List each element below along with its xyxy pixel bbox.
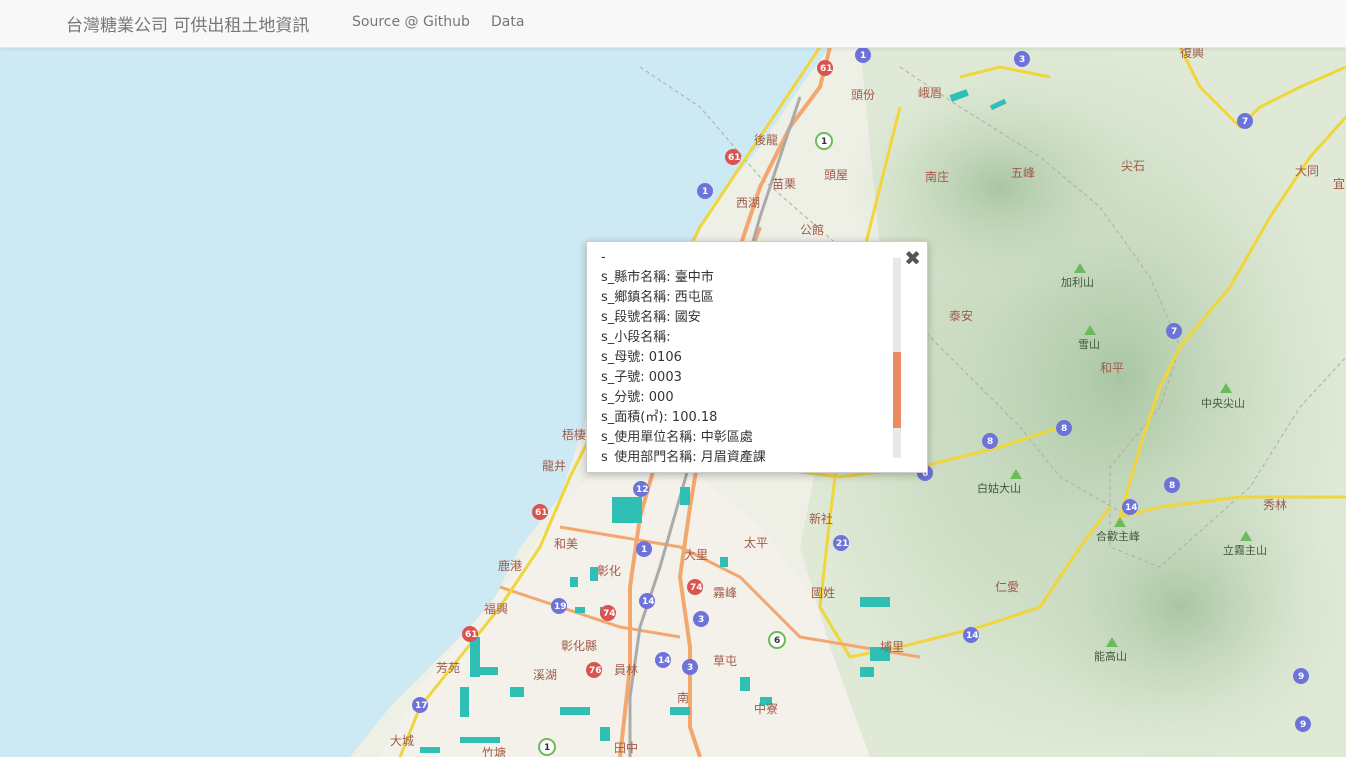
- place-label: 中寮: [754, 701, 778, 716]
- popup-line-section: s_段號名稱: 國安: [601, 310, 701, 325]
- close-icon[interactable]: ✖: [904, 248, 921, 268]
- peak-label: 立霧主山: [1223, 543, 1267, 557]
- peak-label: 雪山: [1078, 338, 1100, 351]
- popup-line-child-number: s_子號: 0003: [601, 370, 682, 385]
- place-label: 新社: [809, 511, 833, 526]
- shield-label: 14: [642, 597, 655, 607]
- shield-label: 1: [702, 187, 708, 197]
- place-label: 福興: [484, 601, 508, 616]
- shield-label: 8: [1061, 424, 1067, 434]
- popup-scrollbar[interactable]: [893, 258, 901, 458]
- place-label: 秀林: [1263, 498, 1287, 512]
- place-label: 員林: [614, 663, 638, 677]
- place-label: 埔里: [880, 640, 904, 654]
- popup-line-subsection: s_小段名稱:: [601, 330, 671, 345]
- peak-label: 白姑大山: [977, 481, 1021, 495]
- source-github-link[interactable]: Source @ Github: [352, 14, 470, 30]
- place-label: 田中: [614, 740, 638, 755]
- shield-label: 7: [1242, 117, 1248, 127]
- peak-label: 中央尖山: [1201, 397, 1245, 410]
- shield-label: 3: [1019, 55, 1025, 65]
- shield-label: 1: [860, 51, 866, 61]
- popup-line-parent-number: s_母號: 0106: [601, 350, 682, 365]
- shield-label: 6: [774, 636, 780, 646]
- place-label: 公館: [800, 222, 824, 237]
- popup-line-unit: s_使用單位名稱: 中彰區處: [601, 430, 753, 445]
- place-label: 尖石: [1121, 159, 1145, 173]
- shield-label: 61: [820, 64, 833, 74]
- shield-label: 8: [987, 437, 993, 447]
- shield-label: 19: [554, 602, 567, 612]
- peak-label: 加利山: [1061, 276, 1094, 289]
- place-label: 宜: [1333, 176, 1345, 191]
- place-label: 西湖: [736, 195, 760, 210]
- place-label: 彰化縣: [561, 638, 597, 653]
- place-label: 鹿港: [498, 558, 522, 573]
- popup-line-department: s_使用部門名稱: 月眉資產課: [601, 450, 766, 463]
- place-label: 和美: [554, 537, 578, 551]
- place-label: 芳苑: [436, 661, 460, 675]
- popup-line-area: s_面積(㎡): 100.18: [601, 410, 718, 425]
- shield-label: 1: [544, 743, 550, 753]
- place-label: 霧峰: [713, 586, 737, 600]
- place-label: 南: [677, 690, 689, 705]
- place-label: 太平: [744, 535, 768, 550]
- place-label: 南庄: [925, 169, 949, 184]
- popup-line-township: s_鄉鎮名稱: 西屯區: [601, 290, 714, 305]
- place-label: 後龍: [754, 132, 778, 147]
- popup-line-county: s_縣市名稱: 臺中市: [601, 270, 714, 285]
- place-label: 五峰: [1011, 166, 1035, 180]
- shield-label: 1: [821, 137, 827, 147]
- place-label: 梧棲: [562, 427, 586, 442]
- parcel-info-popup: ✖ - s_縣市名稱: 臺中市 s_鄉鎮名稱: 西屯區 s_段號名稱: 國安 s…: [586, 241, 928, 473]
- shield-label: 3: [698, 615, 704, 625]
- shield-label: 8: [1169, 481, 1175, 491]
- place-label: 大里: [684, 548, 708, 562]
- place-label: 頭屋: [824, 168, 848, 182]
- shield-label: 61: [728, 153, 741, 163]
- shield-label: 76: [589, 666, 602, 676]
- popup-content: - s_縣市名稱: 臺中市 s_鄉鎮名稱: 西屯區 s_段號名稱: 國安 s_小…: [601, 248, 891, 463]
- shield-label: 74: [690, 583, 703, 593]
- shield-label: 21: [836, 539, 849, 549]
- shield-label: 1: [641, 545, 647, 555]
- place-label: 溪湖: [533, 667, 557, 682]
- shield-label: 14: [658, 656, 671, 666]
- place-label: 大城: [390, 734, 414, 748]
- place-label: 和平: [1100, 361, 1124, 375]
- popup-line: -: [601, 250, 606, 265]
- data-link[interactable]: Data: [491, 14, 524, 30]
- navbar: 台灣糖業公司 可供出租土地資訊 Source @ Github Data: [0, 0, 1346, 48]
- shield-label: 61: [465, 630, 478, 640]
- shield-label: 61: [535, 508, 548, 518]
- shield-label: 14: [966, 631, 979, 641]
- place-label: 頭份: [851, 88, 875, 102]
- shield-label: 7: [1171, 327, 1177, 337]
- popup-line-sub-number: s_分號: 000: [601, 390, 674, 405]
- peak-label: 合歡主峰: [1096, 529, 1140, 543]
- place-label: 竹塘: [482, 745, 506, 757]
- place-label: 仁愛: [995, 580, 1019, 594]
- shield-label: 14: [1125, 503, 1138, 513]
- place-label: 彰化: [597, 563, 621, 578]
- shield-label: 9: [1300, 720, 1306, 730]
- shield-label: 12: [636, 485, 649, 495]
- place-label: 國姓: [811, 586, 835, 600]
- place-label: 泰安: [949, 308, 973, 323]
- place-label: 復興: [1180, 47, 1204, 60]
- shield-label: 74: [603, 609, 616, 619]
- peak-label: 能高山: [1094, 649, 1127, 663]
- shield-label: 3: [687, 663, 693, 673]
- place-label: 草屯: [713, 654, 737, 668]
- shield-label: 17: [415, 701, 428, 711]
- place-label: 大同: [1295, 164, 1319, 178]
- place-label: 峨眉: [918, 86, 942, 100]
- place-label: 龍井: [542, 458, 566, 473]
- popup-scrollbar-thumb[interactable]: [893, 352, 901, 428]
- shield-label: 9: [1298, 672, 1304, 682]
- app-brand[interactable]: 台灣糖業公司 可供出租土地資訊: [66, 11, 309, 36]
- place-label: 苗栗: [772, 177, 796, 191]
